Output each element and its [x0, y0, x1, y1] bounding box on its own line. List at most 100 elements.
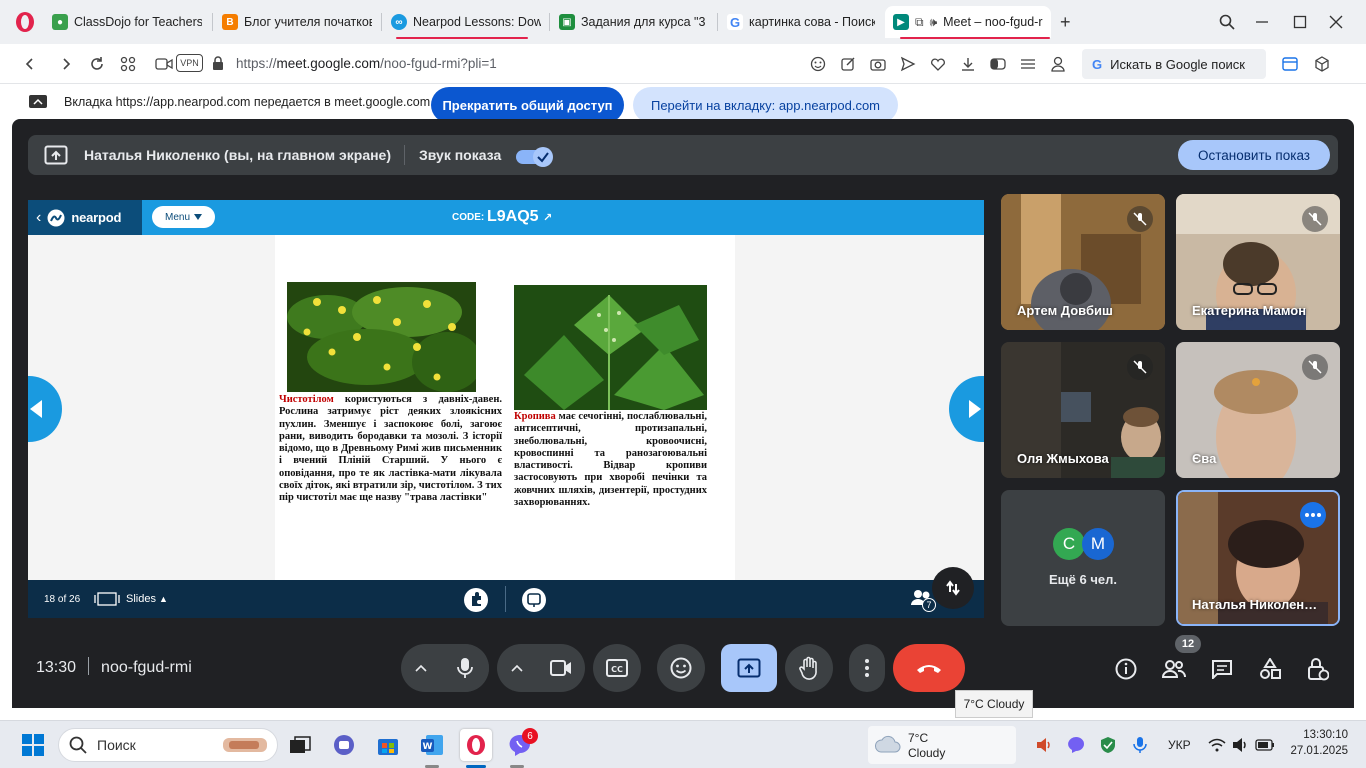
- tab-google-search[interactable]: G картинка сова - Поиск в: [719, 6, 883, 38]
- reload-icon[interactable]: [85, 52, 109, 76]
- prev-slide-button[interactable]: [28, 376, 62, 442]
- extensions-icon[interactable]: [1310, 52, 1334, 76]
- keyboard-language[interactable]: УКР: [1168, 738, 1191, 752]
- volume-icon[interactable]: [1230, 735, 1250, 755]
- account-icon[interactable]: [1046, 52, 1070, 76]
- slides-toggle[interactable]: Slides ▲: [126, 593, 168, 605]
- back-chevron-icon[interactable]: ‹: [36, 209, 41, 227]
- easy-setup-icon[interactable]: [1016, 52, 1040, 76]
- participant-tile[interactable]: Єва: [1176, 342, 1340, 478]
- next-slide-button[interactable]: [949, 376, 984, 442]
- viber-tray-icon[interactable]: [1066, 735, 1086, 755]
- session-code[interactable]: L9AQ5 ↗: [487, 208, 552, 226]
- search-highlight-icon: [223, 738, 267, 752]
- store-icon[interactable]: [372, 729, 404, 761]
- present-now-button[interactable]: [721, 644, 777, 692]
- chat-icon[interactable]: [1209, 656, 1235, 682]
- people-icon[interactable]: [1161, 656, 1187, 682]
- word-icon[interactable]: W: [416, 729, 448, 761]
- emoji-icon[interactable]: [806, 52, 830, 76]
- go-to-tab-button[interactable]: Перейти на вкладку: app.nearpod.com: [633, 87, 898, 123]
- camera-permission-icon[interactable]: [152, 52, 176, 76]
- shared-screen: ‹ nearpod Menu CODE: L9AQ5 ↗ Чистотілом …: [28, 200, 984, 618]
- present-audio-toggle[interactable]: [516, 147, 554, 167]
- activities-icon[interactable]: [1257, 656, 1283, 682]
- nearpod-menu-button[interactable]: Menu: [152, 206, 215, 228]
- participant-name: Наталья Николен…: [1192, 597, 1318, 612]
- sharing-message: Вкладка https://app.nearpod.com передает…: [64, 95, 431, 109]
- sidebar-icon[interactable]: [1278, 52, 1302, 76]
- windows-start-icon[interactable]: [17, 729, 49, 761]
- opera-taskbar-icon[interactable]: [460, 729, 492, 761]
- clock-date[interactable]: 27.01.2025: [1280, 745, 1348, 757]
- tab-classroom[interactable]: ▣ Задания для курса "3 кла: [551, 6, 717, 38]
- audio-options-chevron-icon[interactable]: [401, 664, 441, 672]
- google-search-box[interactable]: G Искать в Google поиск: [1082, 49, 1266, 79]
- wifi-icon[interactable]: [1207, 735, 1227, 755]
- host-controls-icon[interactable]: [1305, 656, 1331, 682]
- volume-mute-icon[interactable]: [1034, 735, 1054, 755]
- back-icon[interactable]: [18, 52, 42, 76]
- add-activity-icon[interactable]: [464, 588, 488, 612]
- nearpod-top-bar: ‹ nearpod Menu CODE: L9AQ5 ↗: [28, 200, 984, 235]
- stop-presenting-button[interactable]: Остановить показ: [1178, 140, 1330, 170]
- more-participants-label: Ещё 6 чел.: [1049, 572, 1117, 587]
- search-tabs-icon[interactable]: [1215, 10, 1239, 34]
- nettle-image: [514, 285, 707, 410]
- whiteboard-icon[interactable]: [522, 588, 546, 612]
- battery-icon[interactable]: [1255, 735, 1275, 755]
- edit-icon[interactable]: [836, 52, 860, 76]
- opera-icon[interactable]: [14, 11, 36, 33]
- reactions-button[interactable]: [657, 644, 705, 692]
- forward-icon[interactable]: [54, 52, 78, 76]
- tab-blog[interactable]: B Блог учителя початкових: [214, 6, 380, 38]
- taskbar-search[interactable]: Поиск: [58, 728, 278, 762]
- taskbar-weather[interactable]: 7°C Cloudy: [868, 726, 1016, 764]
- security-icon[interactable]: [1098, 735, 1118, 755]
- speed-dial-icon[interactable]: [116, 52, 140, 76]
- participant-tile[interactable]: Оля Жмыхова: [1001, 342, 1165, 478]
- more-options-icon[interactable]: [1300, 502, 1326, 528]
- present-audio-label: Звук показа: [419, 147, 502, 163]
- vpn-badge[interactable]: VPN: [176, 54, 203, 72]
- lock-icon[interactable]: [212, 56, 224, 70]
- task-view-icon[interactable]: [284, 729, 316, 761]
- tab-nearpod[interactable]: ∞ Nearpod Lessons: Downlo: [383, 6, 549, 38]
- blogger-icon: B: [222, 14, 238, 30]
- microphone-tray-icon[interactable]: [1130, 735, 1150, 755]
- celandine-image: [287, 282, 476, 392]
- participant-tile[interactable]: Екатерина Мамон: [1176, 194, 1340, 330]
- download-icon[interactable]: [956, 52, 980, 76]
- maximize-button[interactable]: [1288, 10, 1312, 34]
- camera-button[interactable]: [537, 644, 585, 692]
- self-participant-tile[interactable]: Наталья Николен…: [1176, 490, 1340, 626]
- snapshot-icon[interactable]: [866, 52, 890, 76]
- more-participants-tile[interactable]: C M Ещё 6 чел.: [1001, 490, 1165, 626]
- captions-button[interactable]: CC: [593, 644, 641, 692]
- more-actions-button[interactable]: [849, 644, 885, 692]
- teams-chat-icon[interactable]: [328, 729, 360, 761]
- clock-time[interactable]: 13:30:10: [1298, 729, 1348, 741]
- heart-icon[interactable]: [926, 52, 950, 76]
- theme-icon[interactable]: [986, 52, 1010, 76]
- leave-call-button[interactable]: [893, 644, 965, 692]
- participant-tile[interactable]: Артем Довбиш: [1001, 194, 1165, 330]
- close-window-button[interactable]: [1324, 10, 1348, 34]
- raise-hand-button[interactable]: [785, 644, 833, 692]
- slides-icon[interactable]: [94, 592, 120, 606]
- microphone-button[interactable]: [441, 644, 489, 692]
- swap-layout-button[interactable]: [932, 567, 974, 609]
- address-bar: VPN https://meet.google.com/noo-fgud-rmi…: [0, 44, 1366, 84]
- new-tab-button[interactable]: +: [1060, 12, 1071, 33]
- minimize-button[interactable]: [1250, 10, 1274, 34]
- meeting-info-icon[interactable]: [1113, 656, 1139, 682]
- meeting-code: noo-fgud-rmi: [101, 659, 192, 676]
- stop-sharing-button[interactable]: Прекратить общий доступ: [431, 87, 624, 123]
- tab-meet[interactable]: ▶ ⧉ 🕪 Meet – noo-fgud-r: [885, 6, 1051, 38]
- nearpod-icon: ∞: [391, 14, 407, 30]
- cloud-icon: [875, 735, 901, 753]
- send-icon[interactable]: [896, 52, 920, 76]
- tab-classdojo[interactable]: ● ClassDojo for Teachers: [44, 6, 210, 38]
- url-field[interactable]: https://meet.google.com/noo-fgud-rmi?pli…: [236, 56, 497, 71]
- video-options-chevron-icon[interactable]: [497, 664, 537, 672]
